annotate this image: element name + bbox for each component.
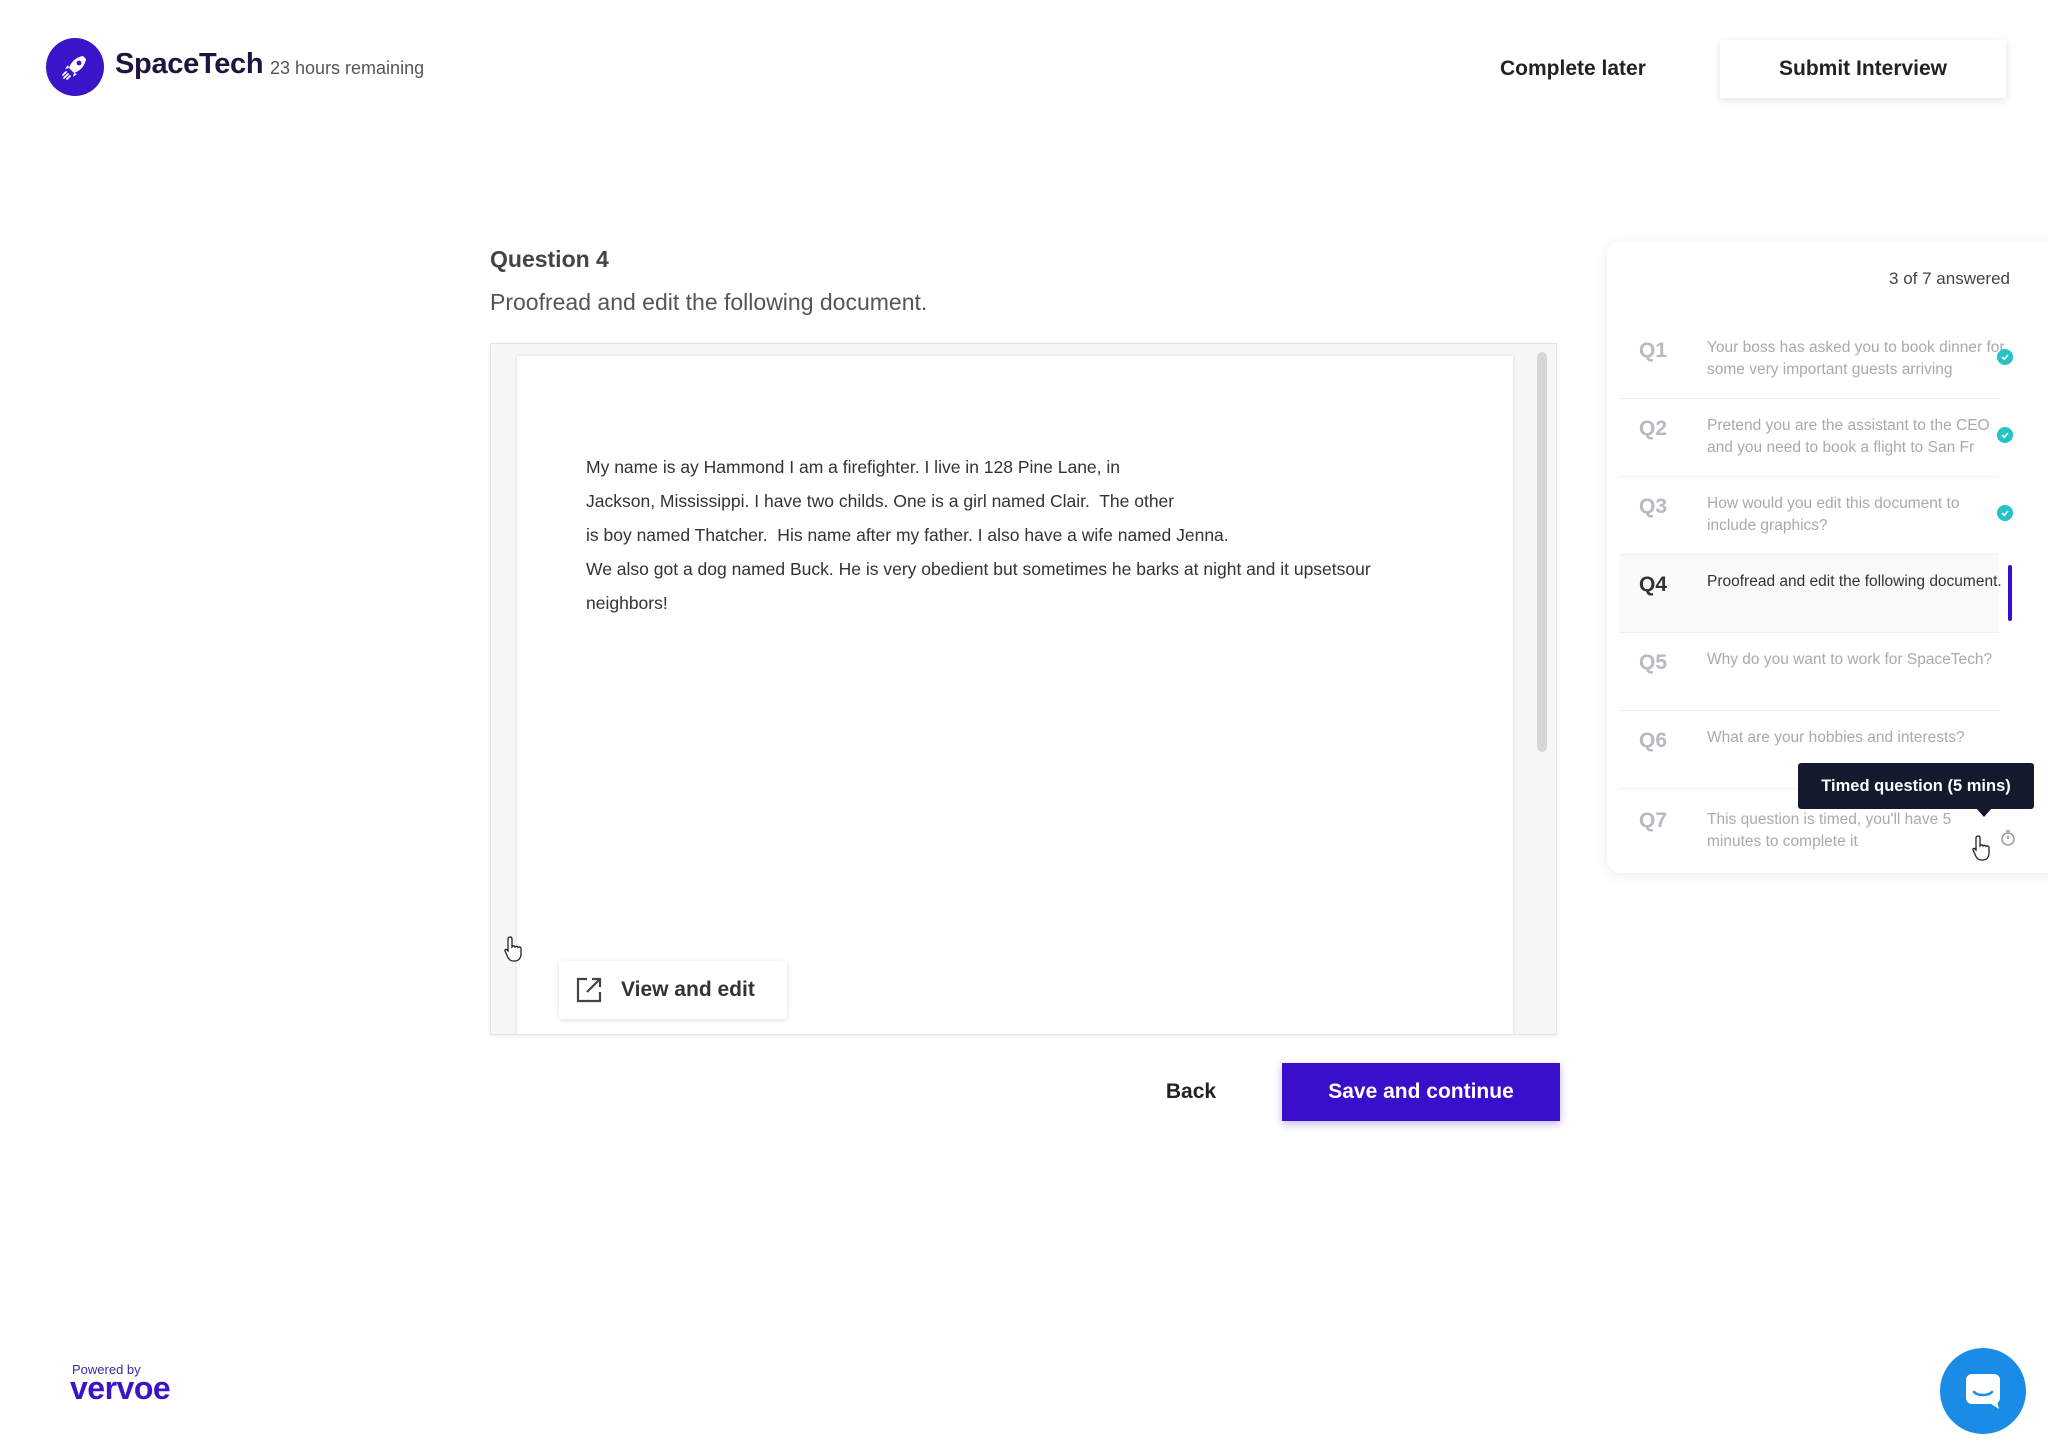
check-icon (1997, 349, 2013, 365)
document-page: My name is ay Hammond I am a firefighter… (517, 356, 1513, 1034)
question-code: Q6 (1639, 729, 1668, 752)
question-number: Question 4 (490, 246, 609, 272)
question-item-q4[interactable]: Q4 Proofread and edit the following docu… (1619, 555, 2012, 633)
document-line: My name is ay Hammond I am a firefighter… (586, 457, 1121, 477)
question-code: Q7 (1639, 809, 1668, 832)
brand-name: SpaceTech (115, 48, 264, 80)
question-summary-text: What are your hobbies and interests? (1707, 729, 1965, 746)
submit-interview-button[interactable]: Submit Interview (1720, 40, 2006, 98)
timed-question-tooltip: Timed question (5 mins) (1798, 763, 2034, 809)
check-icon (1997, 427, 2013, 443)
time-remaining: 23 hours remaining (270, 58, 425, 78)
complete-later-button[interactable]: Complete later (1480, 44, 1666, 94)
view-and-edit-button[interactable]: View and edit (559, 961, 787, 1019)
hand-cursor-icon (1972, 835, 1990, 861)
question-code: Q4 (1639, 573, 1668, 596)
question-code: Q2 (1639, 417, 1668, 440)
question-summary: What are your hobbies and interests? (1707, 727, 2007, 749)
answered-count: 3 of 7 answered (1889, 269, 2010, 288)
save-and-continue-button[interactable]: Save and continue (1282, 1063, 1560, 1121)
question-summary: This question is timed, you'll have 5 mi… (1707, 809, 1977, 853)
question-item-q3[interactable]: Q3 How would you edit this document to i… (1619, 477, 2013, 555)
question-item-q1[interactable]: Q1 Your boss has asked you to book dinne… (1619, 321, 2013, 399)
question-summary-text: This question is timed, you'll have 5 mi… (1707, 811, 1952, 850)
question-item-q2[interactable]: Q2 Pretend you are the assistant to the … (1619, 399, 2013, 477)
chat-launcher-button[interactable] (1940, 1348, 2026, 1434)
question-summary: How would you edit this document to incl… (1707, 493, 2007, 537)
question-summary-text: Why do you want to work for SpaceTech? (1707, 651, 1993, 668)
check-icon (1997, 505, 2013, 521)
question-summary-text: How would you edit this document to incl… (1707, 495, 1960, 534)
vervoe-logo: vervoe (70, 1370, 171, 1406)
question-code: Q1 (1639, 339, 1668, 362)
view-and-edit-label: View and edit (621, 978, 755, 1001)
question-summary-text: Pretend you are the assistant to the CEO… (1707, 417, 1990, 456)
document-line: is boy named Thatcher. His name after my… (586, 525, 1229, 545)
back-button[interactable]: Back (1150, 1064, 1232, 1120)
question-summary: Your boss has asked you to book dinner f… (1707, 337, 2007, 381)
question-summary-text: Your boss has asked you to book dinner f… (1707, 339, 2005, 378)
rocket-logo-icon (46, 38, 104, 96)
question-summary-text: Proofread and edit the following documen… (1707, 573, 2002, 590)
question-summary: Pretend you are the assistant to the CEO… (1707, 415, 2007, 459)
question-prompt: Proofread and edit the following documen… (490, 289, 928, 315)
document-preview[interactable]: My name is ay Hammond I am a firefighter… (490, 343, 1557, 1035)
document-line: We also got a dog named Buck. He is very… (586, 559, 1371, 579)
document-line: neighbors! (586, 593, 668, 613)
chat-icon (1966, 1374, 2000, 1409)
external-link-icon (576, 977, 602, 1003)
question-code: Q5 (1639, 651, 1668, 674)
question-summary: Proofread and edit the following documen… (1707, 571, 2007, 593)
question-code: Q3 (1639, 495, 1668, 518)
question-item-q5[interactable]: Q5 Why do you want to work for SpaceTech… (1619, 633, 1999, 711)
document-scrollbar[interactable] (1537, 352, 1547, 752)
stopwatch-icon[interactable] (2000, 829, 2016, 852)
top-bar: SpaceTech 23 hours remaining Complete la… (0, 0, 2048, 140)
document-text: My name is ay Hammond I am a firefighter… (586, 450, 1446, 620)
document-line: Jackson, Mississippi. I have two childs.… (586, 491, 1175, 511)
active-indicator (2008, 565, 2012, 621)
hand-cursor-icon (504, 936, 522, 962)
tooltip-arrow (1976, 808, 1992, 817)
question-summary: Why do you want to work for SpaceTech? (1707, 649, 2007, 671)
